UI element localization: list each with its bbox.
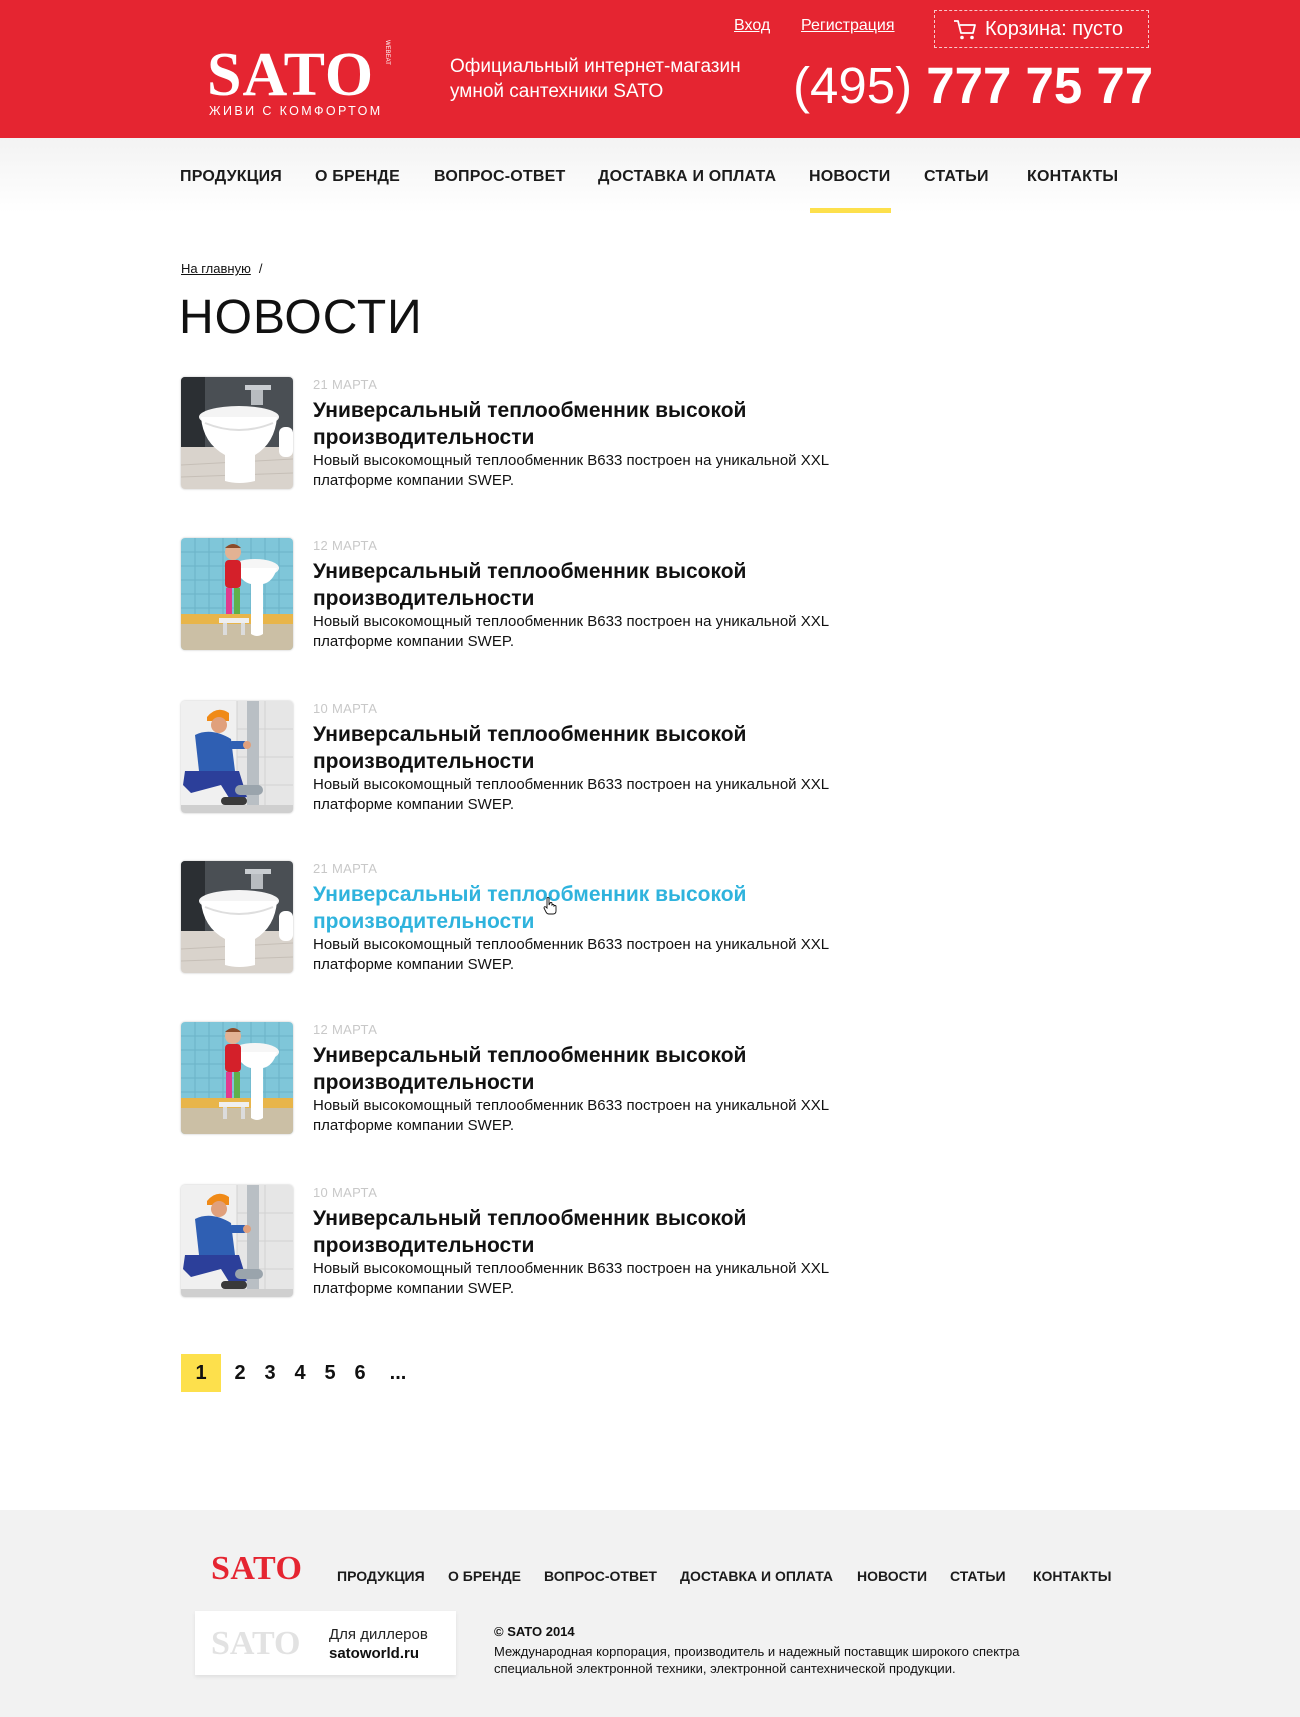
- news-thumbnail[interactable]: [181, 1022, 293, 1134]
- page-5-button[interactable]: 5: [319, 1354, 341, 1392]
- news-description: Новый высокомощный теплообменник B633 по…: [313, 452, 829, 489]
- company-description-line2: специальной электронной техники, электро…: [494, 1661, 956, 1676]
- dealer-label: Для диллеров: [329, 1626, 428, 1643]
- logo-superscript: WEBEAT: [384, 40, 390, 65]
- news-thumbnail[interactable]: [181, 701, 293, 813]
- news-item[interactable]: 12 МАРТА Универсальный теплообменник выс…: [181, 1022, 881, 1142]
- logo-wordmark: SATO: [207, 41, 375, 109]
- nav-item-contacts[interactable]: КОНТАКТЫ: [1027, 168, 1118, 186]
- cart-label: Корзина: пусто: [985, 17, 1123, 40]
- news-description: Новый высокомощный теплообменник B633 по…: [313, 776, 829, 813]
- header-description: Официальный интернет-магазин умной санте…: [450, 54, 770, 104]
- footer-nav-contacts[interactable]: КОНТАКТЫ: [1033, 1568, 1111, 1584]
- header-description-line1: Официальный интернет-магазин: [450, 56, 741, 77]
- company-description-line1: Международная корпорация, производитель …: [494, 1644, 1020, 1659]
- page-title: НОВОСТИ: [179, 291, 423, 344]
- news-thumbnail[interactable]: [181, 377, 293, 489]
- page-2-button[interactable]: 2: [229, 1354, 251, 1392]
- news-title-link[interactable]: Универсальный теплообменник высокой прои…: [313, 1205, 873, 1259]
- footer-nav-faq[interactable]: ВОПРОС-ОТВЕТ: [544, 1568, 657, 1584]
- news-thumbnail[interactable]: [181, 1185, 293, 1297]
- dealer-site-link[interactable]: satoworld.ru: [329, 1645, 419, 1662]
- sato-logo[interactable]: SATO WEBEAT ЖИВИ С КОМФОРТОМ: [207, 40, 397, 120]
- cart-button[interactable]: Корзина: пусто: [934, 10, 1149, 48]
- logo-tagline: ЖИВИ С КОМФОРТОМ: [209, 104, 383, 118]
- page-more-button[interactable]: ...: [383, 1354, 413, 1392]
- news-description: Новый высокомощный теплообменник B633 по…: [313, 1260, 829, 1297]
- nav-item-delivery[interactable]: ДОСТАВКА И ОПЛАТА: [598, 168, 776, 186]
- cart-icon: [954, 20, 976, 40]
- login-link[interactable]: Вход: [734, 17, 770, 35]
- company-description: Международная корпорация, производитель …: [494, 1643, 1074, 1677]
- news-description: Новый высокомощный теплообменник B633 по…: [313, 1097, 829, 1134]
- news-title-link-hovered[interactable]: Универсальный теплообменник высокой прои…: [313, 881, 873, 935]
- news-item[interactable]: 21 МАРТА Универсальный теплообменник выс…: [181, 377, 881, 497]
- news-date: 12 МАРТА: [313, 1022, 378, 1037]
- nav-item-faq[interactable]: ВОПРОС-ОТВЕТ: [434, 168, 566, 186]
- phone-digits: 777 75 77: [912, 57, 1154, 114]
- footer-nav-articles[interactable]: СТАТЬИ: [950, 1568, 1006, 1584]
- news-title-link[interactable]: Универсальный теплообменник высокой прои…: [313, 1042, 873, 1096]
- news-description: Новый высокомощный теплообменник B633 по…: [313, 936, 829, 973]
- page-1-button[interactable]: 1: [181, 1354, 221, 1392]
- dealer-banner[interactable]: SATO Для диллеров satoworld.ru: [195, 1611, 456, 1675]
- nav-item-articles[interactable]: СТАТЬИ: [924, 168, 989, 186]
- breadcrumb-home-link[interactable]: На главную: [181, 261, 251, 276]
- news-date: 10 МАРТА: [313, 701, 378, 716]
- news-thumbnail[interactable]: [181, 538, 293, 650]
- breadcrumb: На главную /: [181, 261, 262, 276]
- news-title-link[interactable]: Универсальный теплообменник высокой прои…: [313, 397, 873, 451]
- page-4-button[interactable]: 4: [289, 1354, 311, 1392]
- news-description: Новый высокомощный теплообменник B633 по…: [313, 613, 829, 650]
- news-item[interactable]: 12 МАРТА Универсальный теплообменник выс…: [181, 538, 881, 658]
- page-6-button[interactable]: 6: [349, 1354, 371, 1392]
- hand-cursor-icon: [543, 897, 557, 915]
- breadcrumb-separator: /: [258, 261, 263, 276]
- news-thumbnail[interactable]: [181, 861, 293, 973]
- news-title-link[interactable]: Универсальный теплообменник высокой прои…: [313, 558, 873, 612]
- phone-code: (495): [793, 57, 913, 114]
- news-date: 21 МАРТА: [313, 861, 378, 876]
- footer-nav-brand[interactable]: О БРЕНДЕ: [448, 1568, 521, 1584]
- news-date: 21 МАРТА: [313, 377, 378, 392]
- news-item[interactable]: 10 МАРТА Универсальный теплообменник выс…: [181, 1185, 881, 1305]
- nav-item-news[interactable]: НОВОСТИ: [809, 168, 890, 186]
- news-item[interactable]: 21 МАРТА Универсальный теплообменник выс…: [181, 861, 881, 981]
- page-3-button[interactable]: 3: [259, 1354, 281, 1392]
- news-date: 12 МАРТА: [313, 538, 378, 553]
- header-description-line2: умной сантехники SATO: [450, 81, 664, 102]
- news-title-link[interactable]: Универсальный теплообменник высокой прои…: [313, 721, 873, 775]
- footer-nav-news[interactable]: НОВОСТИ: [857, 1568, 927, 1584]
- register-link[interactable]: Регистрация: [801, 17, 895, 35]
- site-header: SATO WEBEAT ЖИВИ С КОМФОРТОМ Официальный…: [0, 0, 1300, 138]
- copyright: © SATO 2014: [494, 1624, 575, 1639]
- footer-nav-delivery[interactable]: ДОСТАВКА И ОПЛАТА: [680, 1568, 833, 1584]
- site-footer: SATO ПРОДУКЦИЯ О БРЕНДЕ ВОПРОС-ОТВЕТ ДОС…: [0, 1510, 1300, 1717]
- phone-number[interactable]: (495) 777 75 77: [793, 56, 1153, 116]
- nav-item-products[interactable]: ПРОДУКЦИЯ: [180, 168, 282, 186]
- news-date: 10 МАРТА: [313, 1185, 378, 1200]
- nav-active-indicator: [810, 208, 891, 213]
- footer-logo[interactable]: SATO: [211, 1550, 302, 1588]
- main-nav: ПРОДУКЦИЯ О БРЕНДЕ ВОПРОС-ОТВЕТ ДОСТАВКА…: [0, 138, 1300, 213]
- footer-nav-products[interactable]: ПРОДУКЦИЯ: [337, 1568, 425, 1584]
- dealer-logo: SATO: [211, 1625, 301, 1662]
- nav-item-brand[interactable]: О БРЕНДЕ: [315, 168, 400, 186]
- news-item[interactable]: 10 МАРТА Универсальный теплообменник выс…: [181, 701, 881, 821]
